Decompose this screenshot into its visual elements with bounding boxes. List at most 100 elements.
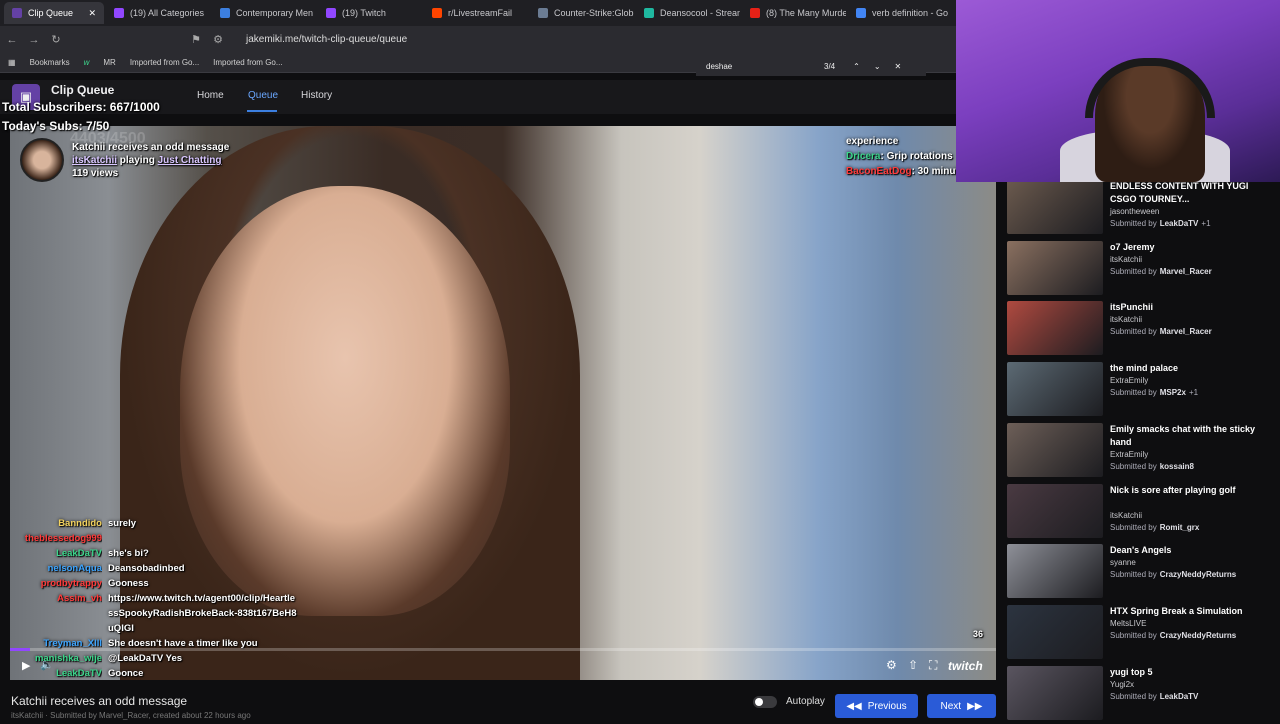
- clip-channel-link[interactable]: itsKatchii: [72, 155, 117, 166]
- apps-grid-icon[interactable]: ▦: [8, 58, 16, 67]
- chat-message: LeakDaTV she's bi?: [10, 546, 300, 561]
- submitter-extra: +1: [1188, 388, 1199, 398]
- queue-item[interactable]: o7 Jeremy itsKatchii Submitted by Marvel_Ra…: [1007, 240, 1277, 299]
- submitter-name: Romit_grx: [1159, 522, 1200, 532]
- browser-tab[interactable]: Clip Queue ✕: [4, 2, 104, 24]
- queue-item[interactable]: HTX Spring Break a Simulation MeltsLIVE Su…: [1007, 604, 1277, 663]
- chat-username: BaconEatDog: [846, 166, 912, 177]
- twitch-logo[interactable]: twitch: [948, 659, 983, 673]
- queue-item-title: the mind palace: [1110, 363, 1179, 374]
- submitter-name: Marvel_Racer: [1159, 327, 1212, 337]
- queue-item[interactable]: yugi top 5 Yugi2x Submitted by LeakDaTV: [1007, 665, 1277, 724]
- queue-item[interactable]: Nick is sore after playing golf itsKatchi…: [1007, 483, 1277, 542]
- queue-item-channel: jasontheween: [1110, 207, 1160, 216]
- submitted-by-label: Submitted by: [1110, 219, 1157, 228]
- browser-tab[interactable]: r/LivestreamFail: [424, 2, 528, 24]
- tab-favicon-icon: [326, 8, 336, 18]
- fullscreen-icon[interactable]: ⛶: [929, 658, 937, 673]
- queue-item-thumbnail[interactable]: [1007, 301, 1103, 356]
- chat-text: https://www.twitch.tv/agent00/clip/Heart…: [108, 593, 297, 634]
- tab-label: (19) All Categories: [130, 8, 205, 18]
- queue-item-thumbnail[interactable]: [1007, 483, 1103, 538]
- queue-item-thumbnail[interactable]: [1007, 180, 1103, 234]
- bookmark-folder[interactable]: Imported from Go...: [213, 58, 282, 67]
- browser-tab-bar: Clip Queue ✕ (19) All Categories Contempora…: [0, 0, 956, 26]
- browser-tab[interactable]: (8) The Many Murde: [742, 2, 846, 24]
- find-prev-icon[interactable]: ⌃: [853, 62, 860, 71]
- submitted-by-label: Submitted by: [1110, 327, 1157, 337]
- bookmark-item[interactable]: w: [84, 58, 90, 67]
- submitter-name: CrazyNeddyReturns: [1159, 570, 1237, 580]
- settings-icon[interactable]: ⚙: [886, 658, 897, 672]
- back-icon[interactable]: ←: [2, 34, 22, 46]
- faded-counter-overlay: 4403/4500: [70, 130, 146, 147]
- address-bar[interactable]: jakemiki.me/twitch-clip-queue/queue: [246, 34, 407, 45]
- video-progress-track[interactable]: [10, 648, 996, 651]
- video-progress-fill: [10, 648, 30, 651]
- browser-tab[interactable]: Contemporary Men: [212, 2, 316, 24]
- submitter-name: kossain8: [1159, 461, 1194, 471]
- tab-close-icon[interactable]: ✕: [88, 8, 96, 19]
- tab-label: (19) Twitch: [342, 8, 386, 18]
- queue-item[interactable]: ENDLESS CONTENT WITH YUGI CSGO TOURNEY..…: [1007, 180, 1277, 238]
- browser-tab[interactable]: Deansocool - Stream: [636, 2, 740, 24]
- app-title: Clip Queue: [51, 83, 115, 97]
- queue-item-submitter: Submitted by kossain8: [1110, 462, 1197, 471]
- chat-text: she's bi?: [108, 548, 149, 559]
- queue-item[interactable]: the mind palace ExtraEmily Submitted by MSP…: [1007, 362, 1277, 420]
- volume-icon[interactable]: 🔈: [40, 658, 54, 671]
- next-icon: ▶▶: [967, 700, 983, 712]
- queue-item-thumbnail[interactable]: [1007, 665, 1103, 720]
- queue-item[interactable]: itsPunchii itsKatchii Submitted by Marvel_R…: [1007, 301, 1277, 359]
- tab-favicon-icon: [12, 8, 22, 18]
- queue-item-thumbnail[interactable]: [1007, 240, 1103, 295]
- queue-item-thumbnail[interactable]: [1007, 544, 1103, 599]
- chat-message: Banndido surely: [10, 516, 300, 531]
- queue-item[interactable]: Emily smacks chat with the sticky hand Ex…: [1007, 422, 1277, 481]
- reload-icon[interactable]: ↻: [46, 33, 66, 46]
- chat-message: nelsonAqua Deansobadinbed: [10, 561, 300, 576]
- bookmark-item[interactable]: Bookmarks: [30, 58, 70, 67]
- tab-favicon-icon: [432, 8, 442, 18]
- queue-item-thumbnail[interactable]: [1007, 362, 1103, 417]
- nav-history[interactable]: History: [301, 90, 332, 101]
- chat-text: Deansobadinbed: [108, 563, 185, 574]
- forward-icon[interactable]: →: [24, 34, 44, 46]
- queue-item-title: Emily smacks chat with the sticky hand: [1110, 423, 1256, 447]
- queue-item-submitter: Submitted by Romit_grx: [1110, 523, 1202, 532]
- browser-tab[interactable]: (19) All Categories: [106, 2, 210, 24]
- queue-item-submitter: Submitted by CrazyNeddyReturns: [1110, 631, 1239, 640]
- queue-item-submitter: Submitted by Marvel_Racer: [1110, 327, 1215, 336]
- share-icon[interactable]: ⇧: [908, 658, 918, 672]
- nav-home[interactable]: Home: [197, 90, 224, 101]
- queue-item[interactable]: Dean's Angels syanne Submitted by CrazyNedd…: [1007, 544, 1277, 602]
- nav-queue[interactable]: Queue: [248, 90, 278, 101]
- video-timer: 36: [973, 629, 984, 639]
- play-icon[interactable]: ▶: [22, 659, 30, 672]
- submitter-name: Marvel_Racer: [1159, 266, 1212, 276]
- queue-item-channel: MeltsLIVE: [1110, 618, 1147, 628]
- find-next-icon[interactable]: ⌄: [874, 62, 881, 71]
- next-button[interactable]: Next ▶▶: [927, 694, 996, 718]
- chat-text: surely: [108, 518, 136, 529]
- clip-category-link[interactable]: Just Chatting: [158, 155, 222, 166]
- queue-item-title: Nick is sore after playing golf: [1110, 484, 1236, 495]
- find-close-icon[interactable]: ✕: [895, 62, 902, 71]
- total-subscribers-overlay: Total Subscribers: 667/1000: [2, 100, 160, 114]
- submitted-by-label: Submitted by: [1110, 461, 1157, 471]
- chat-username: Dricera: [846, 151, 881, 162]
- bookmark-folder[interactable]: Imported from Go...: [130, 58, 199, 67]
- queue-item-thumbnail[interactable]: [1007, 604, 1103, 659]
- find-input[interactable]: deshae: [706, 62, 816, 71]
- clip-views: 119 views: [72, 168, 119, 179]
- previous-button[interactable]: ◀◀ Previous: [835, 694, 918, 718]
- site-info-icon[interactable]: ⚙: [208, 33, 228, 46]
- queue-item-title: Dean's Angels: [1110, 545, 1172, 556]
- queue-item-thumbnail[interactable]: [1007, 422, 1103, 477]
- bookmark-icon[interactable]: ⚑: [186, 33, 206, 46]
- previous-icon: ◀◀: [846, 700, 862, 712]
- browser-tab[interactable]: (19) Twitch: [318, 2, 422, 24]
- bookmark-item[interactable]: MR: [103, 58, 115, 67]
- browser-tab[interactable]: verb definition - Go: [848, 2, 952, 24]
- browser-tab[interactable]: Counter-Strike:Glob: [530, 2, 634, 24]
